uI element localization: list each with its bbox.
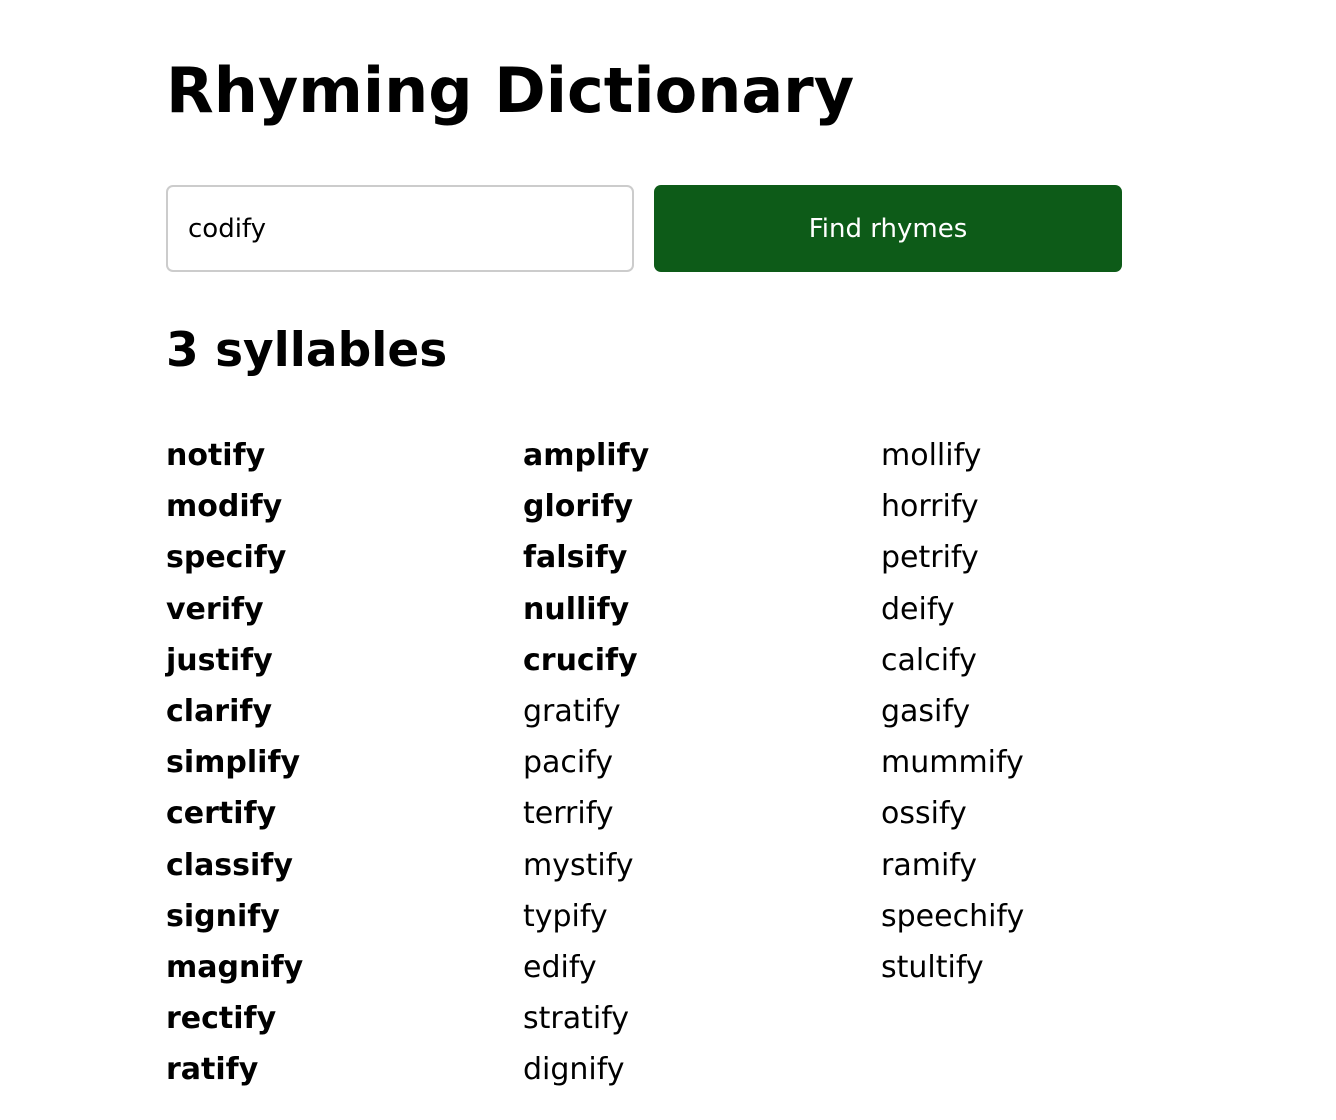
rhyme-list-item: magnify: [166, 942, 506, 993]
rhyme-word-link[interactable]: terrify: [523, 796, 613, 831]
rhyme-list-item: rectify: [166, 993, 506, 1044]
rhyme-list-item: justify: [166, 635, 506, 686]
rhyme-column-3: mollify horrify petrify deify calcify gasify m…: [881, 430, 1221, 993]
page: Rhyming Dictionary Find rhymes 3 syllabl…: [0, 0, 1336, 1120]
rhyme-word-link[interactable]: crucify: [523, 643, 638, 678]
syllable-heading: 3 syllables: [166, 323, 448, 378]
rhyme-word-link[interactable]: edify: [523, 950, 597, 985]
rhyme-list-item: notify: [166, 430, 506, 481]
rhyme-word-link[interactable]: modify: [166, 489, 282, 524]
rhyme-column-1: notify modify specify verify justify clarify s…: [166, 430, 506, 1095]
rhyme-word-link[interactable]: simplify: [166, 745, 300, 780]
rhyme-word-link[interactable]: ossify: [881, 796, 967, 831]
rhyme-word-link[interactable]: signify: [166, 899, 280, 934]
rhyme-list-item: amplify: [523, 430, 863, 481]
rhyme-list-item: clarify: [166, 686, 506, 737]
rhyme-word-link[interactable]: calcify: [881, 643, 977, 678]
rhyme-word-link[interactable]: verify: [166, 592, 264, 627]
rhyme-word-link[interactable]: petrify: [881, 540, 979, 575]
rhyme-word-link[interactable]: falsify: [523, 540, 627, 575]
rhyme-word-link[interactable]: nullify: [523, 592, 629, 627]
page-title: Rhyming Dictionary: [166, 54, 855, 127]
rhyme-word-link[interactable]: rectify: [166, 1001, 276, 1036]
rhyme-word-link[interactable]: certify: [166, 796, 276, 831]
find-rhymes-button[interactable]: Find rhymes: [654, 185, 1122, 272]
rhyme-list-item: gratify: [523, 686, 863, 737]
rhyme-word-link[interactable]: gratify: [523, 694, 621, 729]
rhyme-word-link[interactable]: pacify: [523, 745, 613, 780]
rhyme-word-link[interactable]: mystify: [523, 848, 634, 883]
rhyme-list-item: petrify: [881, 532, 1221, 583]
rhyme-list-item: ossify: [881, 788, 1221, 839]
rhyme-list-item: crucify: [523, 635, 863, 686]
rhyme-list-item: horrify: [881, 481, 1221, 532]
rhyme-word-link[interactable]: justify: [166, 643, 273, 678]
rhyme-list-item: terrify: [523, 788, 863, 839]
rhyme-list-item: certify: [166, 788, 506, 839]
rhyme-list-item: ratify: [166, 1044, 506, 1095]
rhyme-word-link[interactable]: notify: [166, 438, 265, 473]
rhyme-word-link[interactable]: dignify: [523, 1052, 625, 1087]
rhyme-list-item: verify: [166, 584, 506, 635]
rhyme-list-item: ramify: [881, 840, 1221, 891]
rhyme-word-link[interactable]: mummify: [881, 745, 1024, 780]
rhyme-list-item: mummify: [881, 737, 1221, 788]
rhyme-word-link[interactable]: horrify: [881, 489, 979, 524]
rhyme-list-item: specify: [166, 532, 506, 583]
rhyme-list-item: typify: [523, 891, 863, 942]
rhyme-word-link[interactable]: specify: [166, 540, 286, 575]
rhyme-list-item: classify: [166, 840, 506, 891]
rhyme-word-link[interactable]: clarify: [166, 694, 272, 729]
rhyme-word-link[interactable]: stratify: [523, 1001, 629, 1036]
rhyme-list-item: glorify: [523, 481, 863, 532]
rhyme-word-link[interactable]: deify: [881, 592, 955, 627]
rhyme-word-link[interactable]: glorify: [523, 489, 633, 524]
rhyme-list-item: signify: [166, 891, 506, 942]
rhyme-word-link[interactable]: gasify: [881, 694, 970, 729]
rhyme-list-item: stultify: [881, 942, 1221, 993]
rhyme-word-link[interactable]: magnify: [166, 950, 303, 985]
rhyme-list-item: deify: [881, 584, 1221, 635]
rhyme-word-link[interactable]: stultify: [881, 950, 984, 985]
rhyme-word-link[interactable]: amplify: [523, 438, 649, 473]
rhyme-list-item: gasify: [881, 686, 1221, 737]
rhyme-list-item: speechify: [881, 891, 1221, 942]
search-input[interactable]: [166, 185, 634, 272]
rhyme-list-item: simplify: [166, 737, 506, 788]
rhyme-column-2: amplify glorify falsify nullify crucify grati…: [523, 430, 863, 1095]
rhyme-word-link[interactable]: ramify: [881, 848, 977, 883]
rhyme-list-item: stratify: [523, 993, 863, 1044]
rhyme-list-item: mystify: [523, 840, 863, 891]
rhyme-word-link[interactable]: ratify: [166, 1052, 258, 1087]
rhyme-list-item: falsify: [523, 532, 863, 583]
rhyme-list-item: nullify: [523, 584, 863, 635]
rhyme-list-item: edify: [523, 942, 863, 993]
rhyme-list-item: dignify: [523, 1044, 863, 1095]
rhyme-list-item: calcify: [881, 635, 1221, 686]
rhyme-list-item: pacify: [523, 737, 863, 788]
rhyme-word-link[interactable]: speechify: [881, 899, 1024, 934]
rhyme-word-link[interactable]: mollify: [881, 438, 981, 473]
rhyme-list-item: modify: [166, 481, 506, 532]
rhyme-list-item: mollify: [881, 430, 1221, 481]
rhyme-word-link[interactable]: typify: [523, 899, 608, 934]
rhyme-word-link[interactable]: classify: [166, 848, 293, 883]
